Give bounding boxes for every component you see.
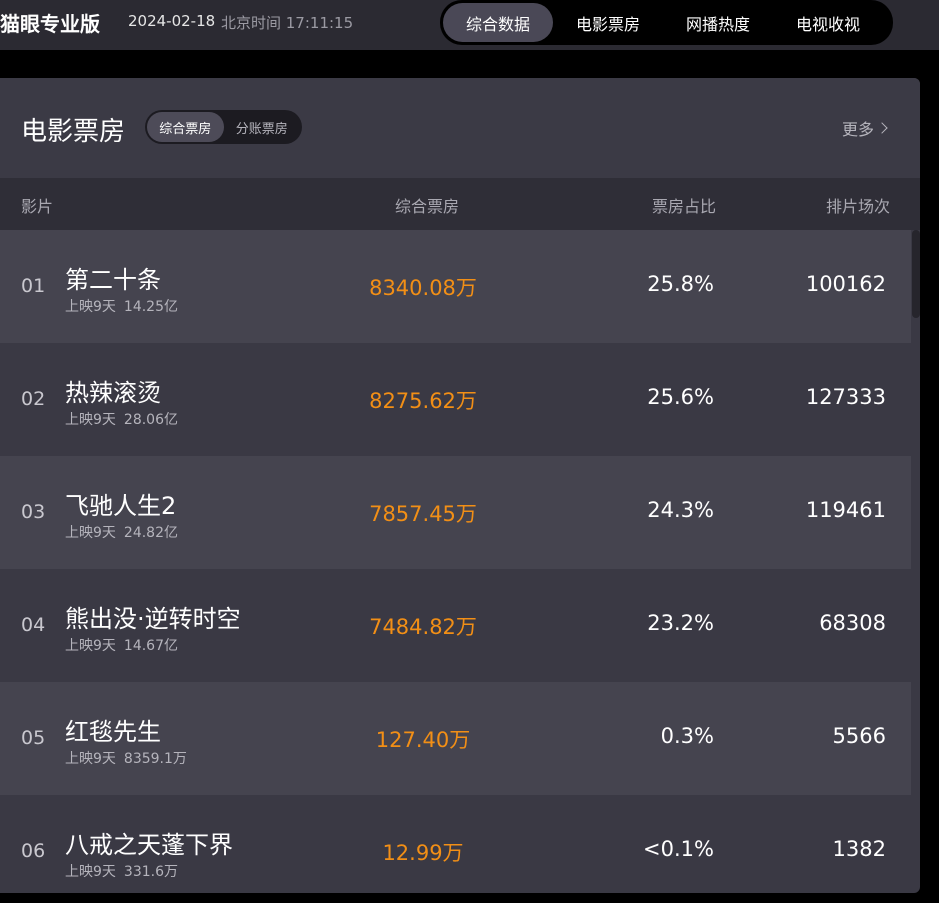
film-share: 0.3% [660, 724, 714, 748]
box-office-type-toggle: 综合票房 分账票房 [145, 110, 302, 144]
film-box-office: 7484.82万 [369, 615, 477, 639]
film-screenings: 119461 [805, 498, 886, 522]
film-screenings: 68308 [819, 611, 886, 635]
film-meta: 上映9天 28.06亿 [65, 409, 178, 429]
table-row[interactable]: 06 八戒之天蓬下界 上映9天 331.6万 12.99万 <0.1% 1382 [0, 795, 911, 893]
brand-title: 猫眼专业版 [0, 12, 100, 36]
subtab-split[interactable]: 分账票房 [224, 112, 301, 142]
film-days: 上映9天 [65, 751, 116, 767]
film-share: 25.8% [647, 272, 714, 296]
subtab-combined[interactable]: 综合票房 [147, 112, 224, 142]
nav-tab-tv-ratings[interactable]: 电视收视 [773, 3, 883, 42]
film-screenings: 100162 [805, 272, 886, 296]
film-days: 上映9天 [65, 864, 116, 880]
film-box-office: 7857.45万 [369, 502, 477, 526]
row-rank: 06 [21, 840, 46, 862]
column-header-screenings: 排片场次 [826, 197, 891, 216]
film-name: 八戒之天蓬下界 [65, 831, 233, 859]
film-share: 23.2% [647, 611, 714, 635]
film-name: 红毯先生 [65, 718, 161, 746]
film-screenings: 5566 [832, 724, 886, 748]
table-header: 影片 综合票房 票房占比 排片场次 [0, 178, 920, 230]
main-nav: 综合数据 电影票房 网播热度 电视收视 [440, 0, 893, 45]
column-header-share: 票房占比 [652, 197, 717, 216]
top-bar: 猫眼专业版 2024-02-18 北京时间 17:11:15 综合数据 电影票房… [0, 0, 939, 50]
film-meta: 上映9天 8359.1万 [65, 748, 187, 768]
more-link[interactable]: 更多 [841, 116, 888, 140]
column-header-film: 影片 [21, 197, 54, 216]
nav-tab-box-office[interactable]: 电影票房 [553, 3, 663, 42]
chevron-right-icon [876, 122, 888, 134]
film-box-office: 127.40万 [375, 728, 471, 752]
more-label: 更多 [841, 120, 874, 139]
film-total: 28.06亿 [123, 412, 179, 428]
header-clock: 北京时间 17:11:15 [221, 14, 354, 32]
film-screenings: 127333 [805, 385, 886, 409]
list-scrollbar[interactable] [912, 230, 920, 318]
film-total: 14.67亿 [123, 638, 179, 654]
panel-title: 电影票房 [21, 117, 126, 147]
header-date: 2024-02-18 [128, 12, 216, 30]
row-rank: 05 [21, 727, 46, 749]
film-name: 熊出没·逆转时空 [65, 605, 241, 633]
film-box-office: 8340.08万 [369, 276, 477, 300]
film-name: 第二十条 [65, 266, 161, 294]
film-total: 24.82亿 [123, 525, 179, 541]
film-meta: 上映9天 14.25亿 [65, 296, 178, 316]
film-share: 24.3% [647, 498, 714, 522]
film-name: 飞驰人生2 [65, 492, 177, 520]
film-screenings: 1382 [832, 837, 886, 861]
box-office-panel: 电影票房 综合票房 分账票房 更多 影片 综合票房 票房占比 排片场次 01 第… [0, 78, 920, 893]
film-share: <0.1% [643, 837, 714, 861]
row-rank: 01 [21, 275, 46, 297]
film-meta: 上映9天 331.6万 [65, 861, 178, 881]
nav-tab-overview[interactable]: 综合数据 [443, 3, 553, 42]
film-box-office: 12.99万 [382, 841, 464, 865]
film-days: 上映9天 [65, 525, 116, 541]
column-header-box-office: 综合票房 [395, 197, 460, 216]
row-rank: 04 [21, 614, 46, 636]
film-name: 热辣滚烫 [65, 379, 161, 407]
table-row[interactable]: 04 熊出没·逆转时空 上映9天 14.67亿 7484.82万 23.2% 68… [0, 569, 911, 682]
film-total: 331.6万 [123, 864, 179, 880]
film-days: 上映9天 [65, 638, 116, 654]
row-rank: 02 [21, 388, 46, 410]
film-total: 14.25亿 [123, 299, 179, 315]
film-list: 01 第二十条 上映9天 14.25亿 8340.08万 25.8% 100162… [0, 230, 920, 893]
table-row[interactable]: 02 热辣滚烫 上映9天 28.06亿 8275.62万 25.6% 127333 [0, 343, 911, 456]
panel-header: 电影票房 综合票房 分账票房 更多 [0, 78, 920, 178]
table-row[interactable]: 01 第二十条 上映9天 14.25亿 8340.08万 25.8% 100162 [0, 230, 911, 343]
film-box-office: 8275.62万 [369, 389, 477, 413]
nav-tab-web-heat[interactable]: 网播热度 [663, 3, 773, 42]
row-rank: 03 [21, 501, 46, 523]
table-row[interactable]: 05 红毯先生 上映9天 8359.1万 127.40万 0.3% 5566 [0, 682, 911, 795]
film-days: 上映9天 [65, 299, 116, 315]
table-row[interactable]: 03 飞驰人生2 上映9天 24.82亿 7857.45万 24.3% 11946… [0, 456, 911, 569]
film-share: 25.6% [647, 385, 714, 409]
film-meta: 上映9天 24.82亿 [65, 522, 178, 542]
film-meta: 上映9天 14.67亿 [65, 635, 178, 655]
film-days: 上映9天 [65, 412, 116, 428]
film-total: 8359.1万 [123, 751, 187, 767]
